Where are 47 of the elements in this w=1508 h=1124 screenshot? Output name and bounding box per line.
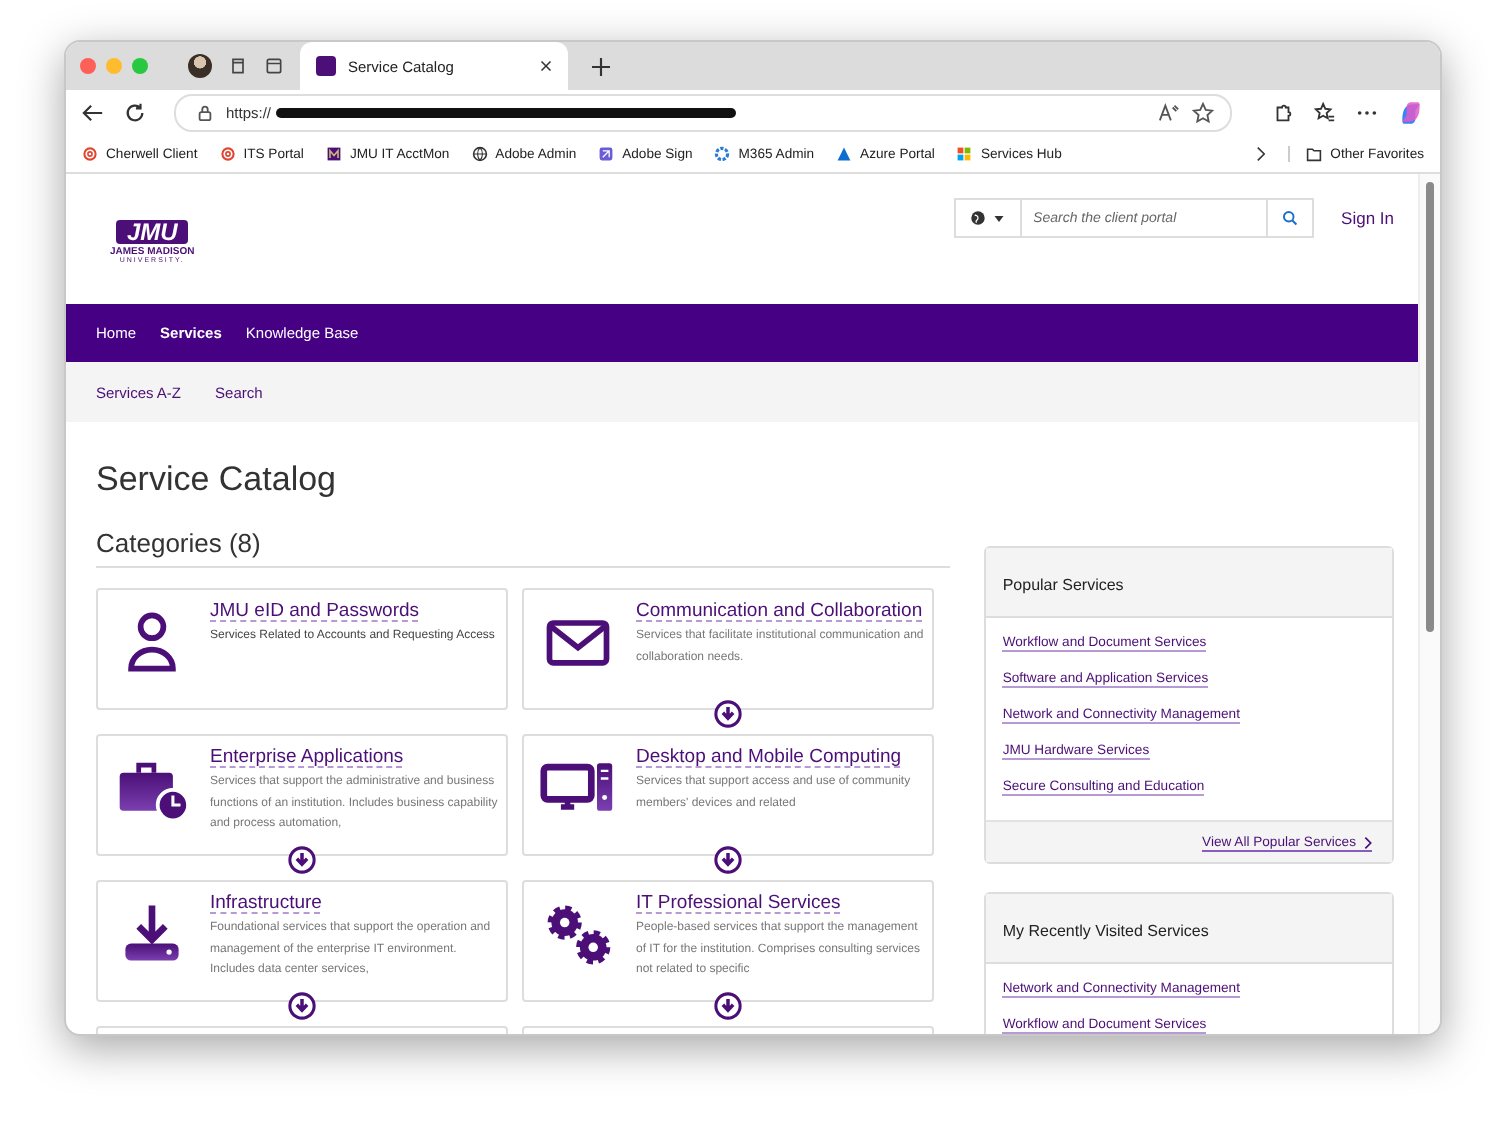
expand-down-icon[interactable] (288, 846, 316, 874)
scroll-thumb[interactable] (1426, 182, 1434, 632)
document-icon (598, 146, 615, 162)
lock-icon (196, 104, 214, 122)
panel-title: Popular Services (1002, 576, 1124, 594)
star-icon[interactable] (1192, 102, 1214, 124)
category-link[interactable]: Infrastructure (210, 890, 502, 918)
back-icon[interactable] (82, 102, 104, 124)
read-aloud-icon[interactable] (1158, 102, 1180, 124)
tab-actions-icon[interactable] (264, 56, 284, 76)
globe-icon (471, 146, 488, 162)
refresh-icon[interactable] (124, 102, 146, 124)
sign-in-link[interactable]: Sign In (1341, 208, 1394, 228)
jmu-favicon-icon (316, 56, 336, 76)
lifebuoy-icon (219, 146, 236, 162)
chevron-right-icon (1364, 836, 1372, 850)
category-link[interactable]: Communication and Collaboration (636, 598, 928, 626)
triangle-icon (836, 146, 853, 162)
copilot-icon[interactable] (1398, 100, 1424, 126)
category-link[interactable]: Desktop and Mobile Computing (636, 744, 928, 772)
expand-down-icon[interactable] (714, 700, 742, 728)
search-icon (1281, 210, 1298, 226)
section-heading: Categories (8) (96, 528, 951, 568)
new-tab-icon[interactable] (592, 57, 610, 75)
language-dropdown[interactable] (953, 198, 1022, 238)
profile-avatar[interactable] (188, 54, 212, 78)
expand-down-icon[interactable] (288, 992, 316, 1020)
category-link[interactable]: Enterprise Applications (210, 744, 502, 772)
workspaces-icon[interactable] (228, 56, 248, 76)
expand-down-icon[interactable] (714, 992, 742, 1020)
scrollbar[interactable] (1418, 174, 1440, 1034)
chevron-right-icon[interactable] (1256, 146, 1267, 162)
category-link[interactable]: JMU eID and Passwords (210, 598, 502, 626)
category-link[interactable]: IT Professional Services (636, 890, 928, 918)
expand-down-icon[interactable] (714, 846, 742, 874)
letter-m-icon (325, 146, 342, 162)
lifebuoy-icon (82, 146, 98, 162)
close-icon[interactable] (540, 60, 552, 72)
caret-down-icon (994, 215, 1005, 221)
favorites-icon[interactable] (1314, 102, 1336, 124)
page-title: Service Catalog (96, 460, 339, 500)
extensions-icon[interactable] (1272, 102, 1294, 124)
grid-icon (956, 146, 973, 162)
search-button[interactable] (1265, 198, 1314, 238)
globe-icon (970, 210, 987, 226)
folder-icon (1306, 146, 1323, 162)
panel-title: My Recently Visited Services (1002, 922, 1209, 940)
